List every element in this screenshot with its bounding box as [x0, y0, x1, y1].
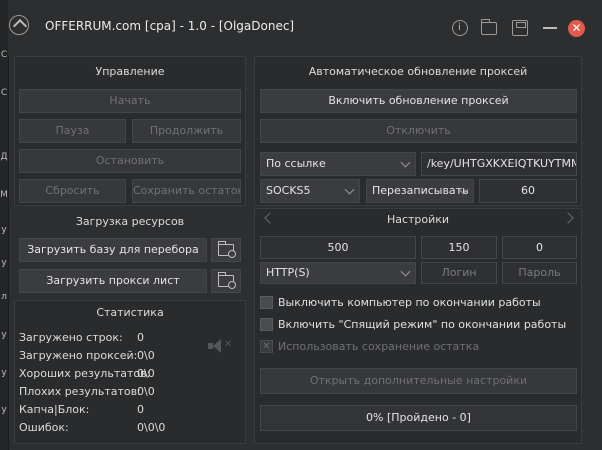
speaker-muted-icon[interactable]: ✕ [208, 338, 232, 354]
close-button[interactable]: ✕ [568, 20, 585, 37]
use-rest-checkbox[interactable]: ✕ [260, 340, 273, 353]
protocol-value: HTTP(S) [266, 266, 310, 279]
threads-input[interactable]: 500 [260, 236, 416, 259]
progress-bar: 0% [Пройдено - 0] [260, 405, 577, 431]
window-title: OFFERRUM.com [cpa] - 1.0 - [OlgaDonec] [45, 19, 295, 33]
strip-glyph: л [1, 292, 7, 302]
load-base-button[interactable]: Загрузить базу для перебора [19, 238, 207, 262]
pause-button[interactable]: Пауза [19, 119, 126, 143]
password-input[interactable]: Пароль [502, 262, 577, 284]
stop-button[interactable]: Остановить [19, 149, 241, 173]
reset-button[interactable]: Сбросить [19, 179, 126, 203]
stat-label: Загружено строк: [19, 331, 123, 344]
strip-glyph: у [1, 225, 7, 235]
stat-label: Загружено проксей: [19, 349, 138, 362]
strip-glyph: у [1, 368, 7, 378]
proxy-url-input[interactable]: /key/UHTGXKXEIQTKUYTMMZIYC [421, 152, 577, 176]
strip-glyph: у [1, 405, 7, 415]
minimize-icon[interactable] [543, 27, 557, 29]
delay-input[interactable]: 0 [502, 236, 577, 259]
stat-value: 0 [137, 403, 144, 416]
proxy-mode-value: Перезаписывать [372, 184, 469, 197]
stat-label: Хороших результатов: [19, 367, 151, 380]
strip-glyph: Д [0, 152, 8, 162]
stat-label: Плохих результатов: [19, 385, 141, 398]
settings-header: Настройки [386, 213, 450, 226]
folder-icon [218, 241, 236, 258]
strip-glyph: у [1, 330, 7, 340]
load-proxy-button[interactable]: Загрузить прокси лист [19, 269, 207, 293]
chevron-down-icon [400, 157, 411, 168]
save-icon[interactable] [512, 20, 528, 36]
shutdown-label: Выключить компьютер по окончании работы [278, 296, 541, 309]
stat-value: 0\0 [137, 349, 155, 362]
folder-icon [218, 272, 236, 289]
sleep-checkbox[interactable] [260, 318, 273, 331]
info-icon[interactable] [452, 20, 468, 36]
strip-glyph: С [0, 50, 8, 60]
save-rest-button[interactable]: Сохранить остаток [132, 179, 241, 203]
enable-proxy-update-button[interactable]: Включить обновление проксей [260, 89, 577, 113]
control-header: Управление [95, 65, 165, 78]
stat-label: Капча|Блок: [19, 403, 90, 416]
open-more-settings-button[interactable]: Открыть дополнительные настройки [260, 368, 577, 394]
app-logo-icon [9, 15, 29, 35]
timeout-input[interactable]: 150 [421, 236, 497, 259]
proxy-mode-select[interactable]: Перезаписывать [366, 179, 474, 203]
app-window: С С Д М у у л у у у OFFERRUM.com [cpa] -… [0, 0, 602, 450]
open-proxy-file-button[interactable] [211, 269, 241, 293]
resume-button[interactable]: Продолжить [132, 119, 241, 143]
stats-header: Статистика [96, 306, 164, 319]
stat-label: Ошибок: [19, 421, 69, 434]
strip-glyph: у [1, 258, 7, 268]
proxy-type-select[interactable]: SOCKS5 [260, 179, 360, 203]
chevron-down-icon [400, 266, 411, 277]
proxy-type-value: SOCKS5 [266, 184, 311, 197]
stat-value: 0\0 [137, 367, 155, 380]
chevron-down-icon [344, 184, 355, 195]
stat-value: 0\0 [137, 385, 155, 398]
proxy-interval-input[interactable]: 60 [479, 179, 577, 203]
start-button[interactable]: Начать [19, 89, 241, 113]
login-input[interactable]: Логин [421, 262, 497, 284]
stat-value: 0 [137, 331, 144, 344]
disable-proxy-update-button[interactable]: Отключить [260, 119, 577, 143]
open-base-file-button[interactable] [211, 238, 241, 262]
proxy-source-select[interactable]: По ссылке [260, 152, 416, 176]
folder-icon[interactable] [481, 19, 497, 35]
proxy-update-header: Автоматическое обновление проксей [308, 65, 528, 78]
strip-glyph: М [0, 190, 8, 200]
use-rest-label: Использовать сохранение остатка [278, 340, 480, 353]
proxy-source-value: По ссылке [266, 157, 326, 170]
shutdown-checkbox[interactable] [260, 296, 273, 309]
sleep-label: Включить "Спящий режим" по окончании раб… [278, 318, 567, 331]
background-window-strip: С С Д М у у л у у у [0, 0, 9, 450]
protocol-select[interactable]: HTTP(S) [260, 262, 416, 284]
stat-value: 0\0\0 [137, 421, 166, 434]
resources-header: Загрузка ресурсов [75, 215, 185, 228]
strip-glyph: С [0, 88, 8, 98]
